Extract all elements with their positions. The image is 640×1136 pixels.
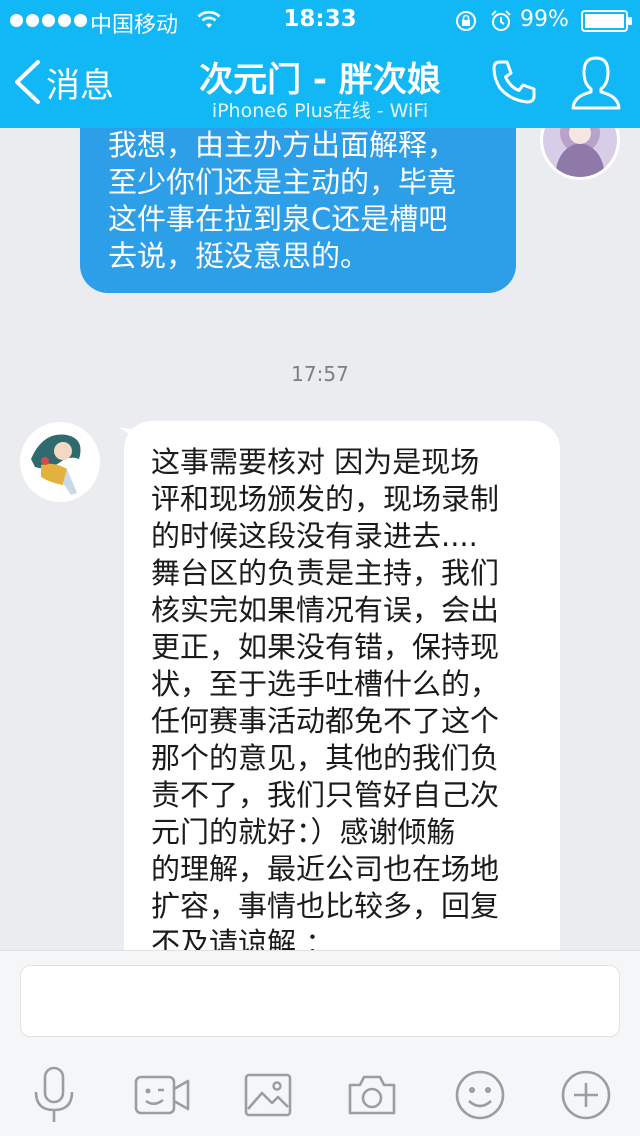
chat-area[interactable]: 我想，由主办方出面解释， 至少你们还是主动的，毕竟 这件事在拉到泉C还是槽吧 去… [0,128,640,950]
online-status: iPhone6 Plus在线 - WiFi [211,100,429,122]
nav-header: 中国移动 18:33 99% 消息 次元门 - 胖次娘 iPhone6 Plus… [0,0,640,128]
image-icon [244,1073,292,1117]
emoji-button[interactable] [448,1063,512,1127]
video-call-button[interactable] [130,1063,194,1127]
more-button[interactable] [554,1063,618,1127]
person-icon [571,56,621,110]
alarm-icon [491,10,511,31]
profile-button[interactable] [570,54,622,116]
camera-icon [348,1075,396,1115]
anime-character-avatar-image [23,425,97,499]
outgoing-message-bubble[interactable]: 我想，由主办方出面解释， 至少你们还是主动的，毕竟 这件事在拉到泉C还是槽吧 去… [80,128,516,293]
status-bar: 中国移动 18:33 99% [0,0,640,40]
input-panel [0,950,640,1136]
call-button[interactable] [490,58,538,110]
camera-button[interactable] [340,1063,404,1127]
microphone-icon [34,1066,74,1122]
incoming-message-text: 这事需要核对 因为是现场 评和现场颁发的，现场录制 的时候这段没有录进去....… [151,445,500,950]
voice-button[interactable] [22,1063,86,1127]
contact-avatar[interactable] [20,422,100,502]
emoji-icon [455,1070,505,1120]
outgoing-message-text: 我想，由主办方出面解释， 至少你们还是主动的，毕竟 这件事在拉到泉C还是槽吧 去… [108,128,457,273]
message-timestamp: 17:57 [291,362,349,386]
incoming-message-bubble[interactable]: 这事需要核对 因为是现场 评和现场颁发的，现场录制 的时候这段没有录进去....… [124,421,560,950]
plus-icon [561,1070,611,1120]
battery-percentage: 99% [520,7,569,32]
image-button[interactable] [236,1063,300,1127]
video-call-icon [134,1075,190,1115]
message-input[interactable] [20,965,620,1037]
chat-title: 次元门 - 胖次娘 [199,60,441,100]
input-toolbar [0,1055,640,1131]
anime-girl-avatar-image [543,128,617,177]
my-avatar[interactable] [540,128,620,180]
battery-icon [581,10,632,32]
rotation-lock-icon [456,11,476,31]
phone-icon [492,60,536,104]
